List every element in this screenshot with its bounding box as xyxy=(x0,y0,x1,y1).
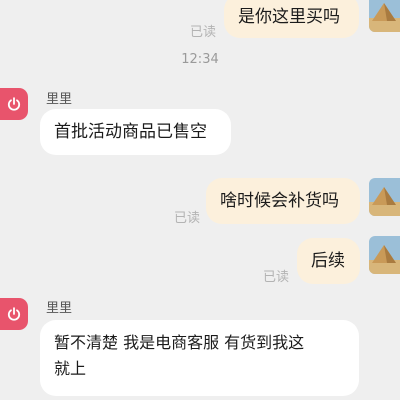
message-text-line: 暂不清楚 我是电商客服 有货到我这 xyxy=(54,333,305,352)
message-text: 是你这里买吗 xyxy=(238,7,340,27)
message-bubble-outgoing[interactable]: 是你这里买吗 xyxy=(224,0,359,38)
message-bubble-incoming[interactable]: 暂不清楚 我是电商客服 有货到我这 就上 xyxy=(40,320,359,396)
user-avatar[interactable] xyxy=(369,0,400,32)
read-receipt: 已读 xyxy=(174,211,201,226)
user-avatar[interactable] xyxy=(369,178,400,216)
message-text: 后续 xyxy=(311,251,345,271)
bot-avatar[interactable] xyxy=(0,88,28,120)
timestamp: 12:34 xyxy=(181,52,219,67)
pyramids-icon xyxy=(369,0,400,32)
sender-name: 里里 xyxy=(46,92,73,107)
user-avatar[interactable] xyxy=(369,236,400,274)
message-bubble-incoming[interactable]: 首批活动商品已售空 xyxy=(40,109,231,155)
message-bubble-outgoing[interactable]: 啥时候会补货吗 xyxy=(206,178,360,224)
message-bubble-outgoing[interactable]: 后续 xyxy=(297,238,360,284)
power-icon xyxy=(7,307,21,321)
power-icon xyxy=(7,97,21,111)
message-text: 啥时候会补货吗 xyxy=(220,191,339,211)
read-receipt: 已读 xyxy=(190,25,217,40)
pyramids-icon xyxy=(369,178,400,216)
message-text-line: 就上 xyxy=(54,359,87,378)
read-receipt: 已读 xyxy=(263,270,290,285)
bot-avatar[interactable] xyxy=(0,298,28,330)
pyramids-icon xyxy=(369,236,400,274)
message-text: 首批活动商品已售空 xyxy=(54,122,207,142)
sender-name: 里里 xyxy=(46,301,73,316)
